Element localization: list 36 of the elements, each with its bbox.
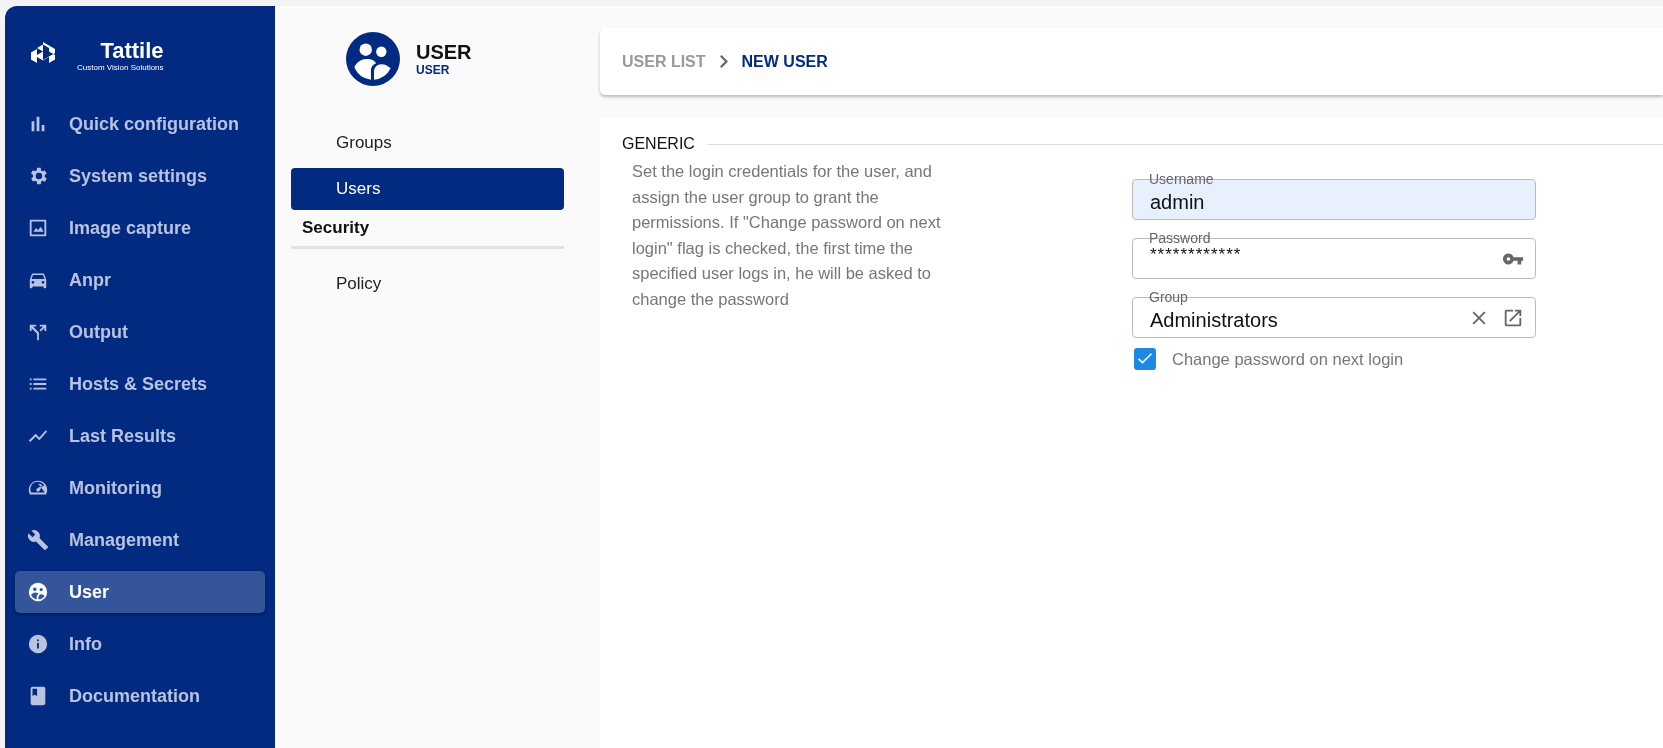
brand-tagline: Custom Vision Solutions — [77, 63, 164, 73]
input-field[interactable]: Password ************ — [1132, 230, 1536, 279]
wrench-icon — [27, 529, 49, 551]
subnav-item[interactable]: Groups — [291, 122, 564, 164]
checkbox-label: Change password on next login — [1172, 349, 1404, 369]
breadcrumb-current: NEW USER — [741, 52, 828, 71]
info-icon — [27, 633, 49, 655]
people-icon — [27, 581, 49, 603]
section-title: GENERIC — [622, 135, 695, 153]
nav-item[interactable]: Anpr — [15, 259, 265, 301]
nav-item[interactable]: Info — [15, 623, 265, 665]
open-external-icon[interactable] — [1502, 307, 1524, 329]
people-icon — [346, 32, 400, 86]
checkbox[interactable] — [1134, 348, 1156, 370]
chevron-right-icon — [719, 55, 728, 68]
nav-item[interactable]: User — [15, 571, 265, 613]
brand-name: Tattile — [100, 39, 164, 63]
section-heading: Security — [291, 214, 564, 249]
subnav-item[interactable]: Users — [291, 168, 564, 210]
nav-item[interactable]: Documentation — [15, 675, 265, 717]
nav-item[interactable]: Output — [15, 311, 265, 353]
nav-item[interactable]: Management — [15, 519, 265, 561]
page-subtitle: USER — [416, 63, 451, 77]
nav-item[interactable]: Image capture — [15, 207, 265, 249]
image-icon — [27, 217, 49, 239]
subnav-item[interactable]: Policy — [291, 263, 564, 305]
nav-item[interactable]: Quick configuration — [15, 103, 265, 145]
page-title: USER — [416, 41, 472, 63]
nav-item[interactable]: System settings — [15, 155, 265, 197]
checkmark-icon — [1138, 353, 1152, 364]
nav-item[interactable]: Hosts & Secrets — [15, 363, 265, 405]
nav-item[interactable]: Last Results — [15, 415, 265, 457]
input-field[interactable]: Group Administrators — [1132, 289, 1536, 338]
input-field[interactable]: Username admin — [1132, 171, 1536, 220]
description-text: Set the login credentials for the user, and assign the user group to grant the permissions. If "Change password on next login" flag is checked, the first time the specified user logs in, he will be asked to change the password — [632, 161, 942, 310]
nav-item[interactable]: Monitoring — [15, 467, 265, 509]
